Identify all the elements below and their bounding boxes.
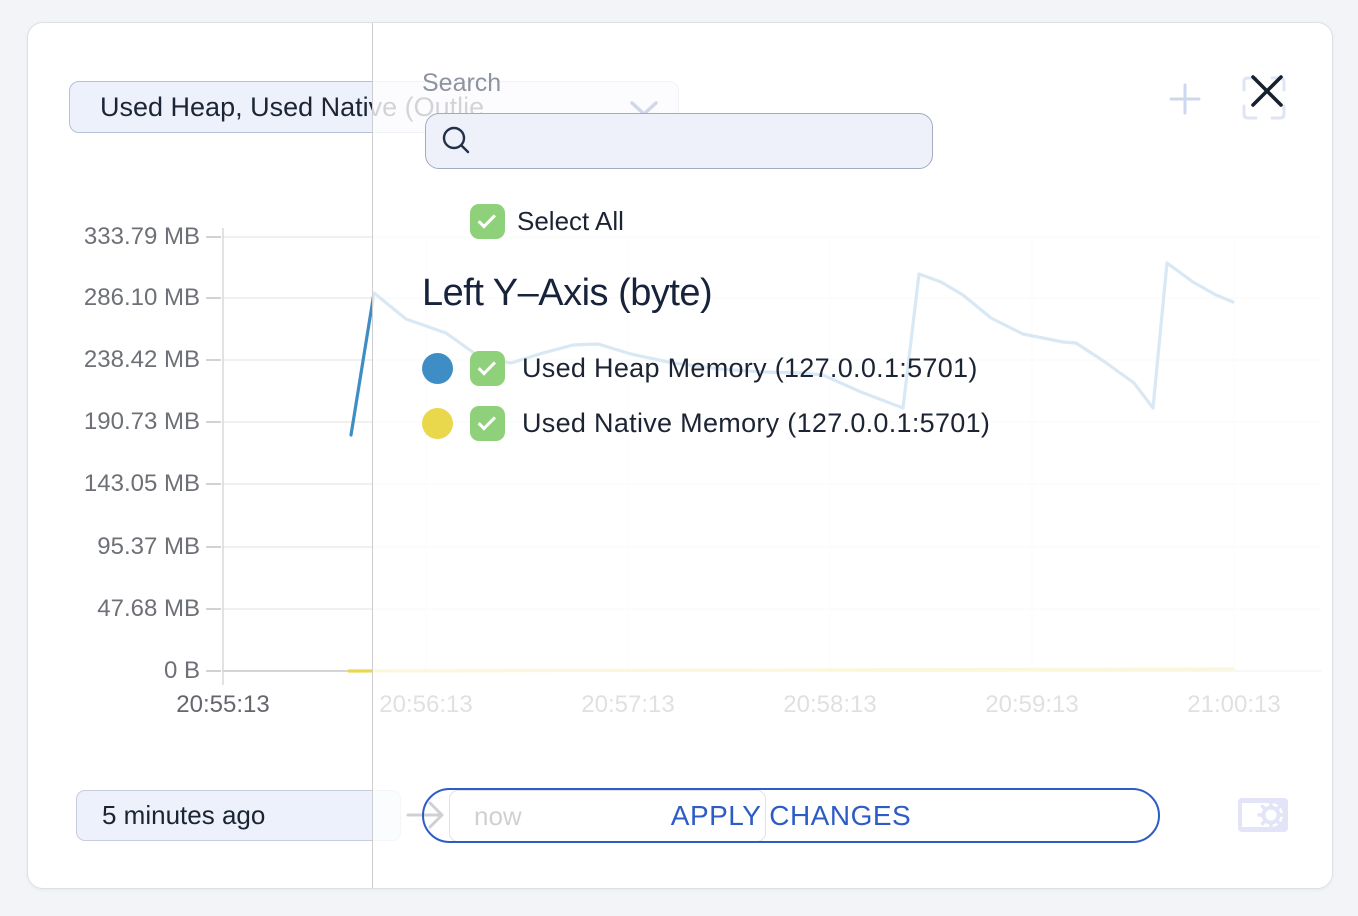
y-tick-label: 95.37 MB — [28, 533, 200, 561]
select-all-row[interactable]: Select All — [470, 204, 624, 239]
y-tick-label: 143.05 MB — [28, 470, 200, 498]
search-icon — [440, 124, 474, 158]
close-icon[interactable] — [1247, 71, 1287, 111]
apply-changes-button[interactable]: APPLY CHANGES — [422, 788, 1160, 843]
y-tick-label: 286.10 MB — [28, 284, 200, 312]
time-from-input[interactable]: 5 minutes ago — [76, 790, 401, 841]
select-all-checkbox[interactable] — [470, 204, 505, 239]
series-label: Used Native Memory (127.0.0.1:5701) — [522, 408, 990, 439]
series-color-dot — [422, 408, 453, 439]
y-tick-label: 0 B — [28, 657, 200, 685]
x-tick-label: 20:55:13 — [143, 691, 303, 719]
series-option-used-heap[interactable]: Used Heap Memory (127.0.0.1:5701) — [422, 351, 978, 386]
y-tick-label: 238.42 MB — [28, 346, 200, 374]
select-all-label: Select All — [517, 206, 624, 237]
series-checkbox[interactable] — [470, 351, 505, 386]
axis-section-heading: Left Y–Axis (byte) — [422, 272, 712, 315]
search-label: Search — [422, 69, 501, 98]
y-tick-label: 47.68 MB — [28, 595, 200, 623]
search-input[interactable] — [425, 113, 933, 169]
series-option-used-native[interactable]: Used Native Memory (127.0.0.1:5701) — [422, 406, 990, 441]
series-selector-popover: Search Select All Left Y–Axis (byte) Use… — [372, 23, 1333, 889]
time-from-value: 5 minutes ago — [102, 800, 265, 831]
series-checkbox[interactable] — [470, 406, 505, 441]
series-color-dot — [422, 353, 453, 384]
y-tick-label: 333.79 MB — [28, 223, 200, 251]
series-label: Used Heap Memory (127.0.0.1:5701) — [522, 353, 978, 384]
chart-widget-card: Used Heap, Used Native (Outlie 333.79 MB… — [27, 22, 1333, 889]
y-tick-label: 190.73 MB — [28, 408, 200, 436]
